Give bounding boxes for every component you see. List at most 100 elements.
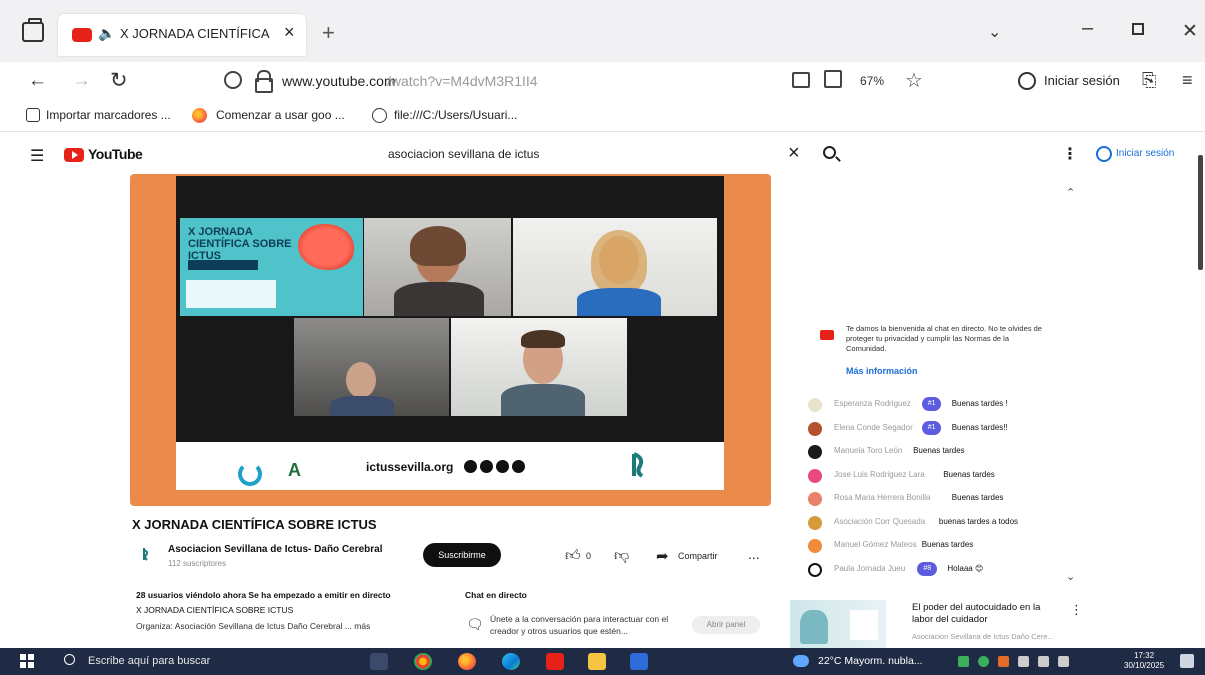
tab-list-icon[interactable] [22, 18, 44, 42]
zoom-level[interactable]: 67% [860, 74, 884, 88]
more-actions-button[interactable]: ... [748, 546, 760, 562]
chat-avatar[interactable] [808, 539, 822, 553]
chat-author[interactable]: Elena Conde Segador [834, 423, 913, 432]
channel-name[interactable]: Asociacion Sevillana de Ictus- Daño Cere… [168, 544, 383, 555]
live-chat-panel: ⌃ Te damos la bienvenida al chat en dire… [800, 176, 1090, 594]
chat-avatar[interactable] [808, 468, 822, 483]
new-tab-button[interactable]: + [322, 20, 335, 46]
subscribe-button[interactable]: Suscribirme [423, 543, 501, 567]
minimize-window-button[interactable]: – [1082, 17, 1093, 40]
chat-text: Holaaa 😊 [947, 563, 984, 573]
save-page-icon[interactable] [824, 70, 842, 88]
close-window-button[interactable]: ✕ [1182, 20, 1198, 43]
notifications-icon[interactable] [1180, 654, 1194, 668]
restore-window-button[interactable] [1132, 23, 1144, 35]
file-explorer-icon[interactable] [588, 653, 606, 670]
youtube-logo-icon[interactable] [64, 148, 84, 162]
chat-avatar[interactable] [808, 515, 822, 530]
chat-author[interactable]: Manuel Gómez Mateos [834, 540, 917, 549]
tracking-shield-icon[interactable] [224, 71, 242, 89]
browser-signin-link[interactable]: Iniciar sesión [1044, 73, 1120, 88]
tab-title: X JORNADA CIENTÍFICA SC [120, 26, 270, 41]
photos-icon[interactable] [630, 653, 648, 670]
address-bar[interactable]: www.youtube.com /watch?v=M4dvM3R1II4 67%… [210, 66, 938, 98]
youtube-wordmark[interactable]: YouTube [88, 146, 143, 162]
weather-text[interactable]: 22°C Mayorm. nubla... [818, 655, 923, 667]
share-button[interactable]: Compartir [678, 551, 718, 561]
page-scrollbar[interactable] [1198, 155, 1203, 270]
bookmarks-bar: Importar marcadores ... Comenzar a usar … [0, 102, 1205, 132]
more-info-link[interactable]: Más información [846, 366, 918, 376]
thumbs-down-icon[interactable]: 👎︎ [614, 547, 629, 565]
bookmark-import[interactable]: Importar marcadores ... [46, 108, 171, 122]
search-input[interactable]: asociacion sevillana de ictus [388, 147, 539, 161]
search-icon[interactable] [64, 654, 75, 665]
slide-date-band [188, 260, 258, 270]
chat-avatar[interactable] [808, 562, 822, 577]
reader-view-icon[interactable] [792, 72, 810, 88]
description-text[interactable]: Organiza: Asociación Sevillana de Ictus … [136, 621, 370, 631]
tray-app-icon[interactable] [958, 656, 969, 667]
lock-icon[interactable] [255, 70, 273, 93]
language-icon[interactable] [1058, 656, 1069, 667]
chevron-down-icon[interactable]: ⌄ [1066, 570, 1075, 583]
speaker-icon[interactable]: 🔈 [98, 25, 115, 42]
more-vert-icon[interactable]: ⋮ [1070, 602, 1083, 618]
taskbar-search-input[interactable]: Escribe aquí para buscar [88, 655, 210, 667]
chevron-down-icon[interactable]: ⌄ [988, 22, 1001, 42]
chat-avatar[interactable] [808, 445, 822, 459]
clock[interactable]: 17:32 30/10/2025 [1124, 651, 1164, 671]
participant-body [501, 384, 585, 416]
recommendation-title[interactable]: El poder del autocuidado en la labor del… [912, 602, 1062, 626]
bookmark-getting-started[interactable]: Comenzar a usar goo ... [216, 108, 345, 122]
user-icon[interactable] [1096, 146, 1112, 162]
thumbs-up-icon[interactable]: 👍︎ [565, 547, 581, 565]
forward-arrow-icon[interactable]: → [72, 70, 91, 92]
chat-author[interactable]: Asociación Corr Quesada [834, 517, 925, 526]
close-tab-icon[interactable]: × [284, 22, 295, 43]
guide-menu-icon[interactable]: ☰ [30, 146, 44, 166]
youtube-signin-button[interactable]: Iniciar sesión [1116, 148, 1174, 159]
channel-avatar[interactable] [136, 546, 152, 562]
thumbnail-figure [800, 610, 828, 644]
chat-author[interactable]: Jose Luis Rodriguez Lara [834, 470, 925, 479]
account-icon[interactable] [1018, 72, 1036, 90]
hamburger-menu-icon[interactable]: ≡ [1182, 70, 1193, 91]
reload-icon[interactable]: ↻ [110, 68, 128, 93]
bookmark-local-file[interactable]: file:///C:/Users/Usuari... [394, 108, 517, 122]
chrome-icon[interactable] [414, 653, 432, 670]
bookmark-star-icon[interactable]: ☆ [905, 68, 923, 93]
chat-bubble-icon: 🗨︎ [466, 616, 484, 632]
chat-avatar[interactable] [808, 398, 822, 412]
open-panel-button[interactable]: Abrir panel [692, 616, 760, 634]
chat-author[interactable]: Paula Jornada Jueu [834, 564, 905, 573]
firefox-taskbar-icon[interactable] [458, 653, 476, 670]
youtube-taskbar-icon[interactable] [546, 653, 564, 670]
edge-icon[interactable] [502, 653, 520, 670]
extensions-icon[interactable]: ⎘ [1142, 70, 1156, 91]
more-vert-icon[interactable]: ⋮ [1062, 144, 1078, 164]
chat-avatar[interactable] [808, 492, 822, 506]
tray-app-icon[interactable] [998, 656, 1009, 667]
share-icon[interactable]: ➦ [656, 547, 669, 565]
chat-author[interactable]: Rosa Maria Herrera Bonilla [834, 493, 930, 502]
network-icon[interactable] [1018, 656, 1029, 667]
chat-author[interactable]: Esperanza Rodriguez [834, 399, 911, 408]
volume-icon[interactable] [1038, 656, 1049, 667]
slide-title: X JORNADA CIENTÍFICA SOBRE ICTUS [188, 226, 292, 262]
chat-author[interactable]: Manuela Toro León [834, 446, 902, 455]
clear-search-icon[interactable]: × [788, 142, 800, 165]
tray-app-icon[interactable] [978, 656, 989, 667]
task-view-icon[interactable] [370, 653, 388, 670]
participant-tile [513, 218, 717, 316]
chat-avatar[interactable] [808, 421, 822, 436]
organizer-logo-mark [632, 452, 644, 478]
windows-start-icon[interactable] [20, 654, 34, 668]
weather-icon[interactable] [793, 655, 809, 667]
search-icon[interactable] [823, 146, 836, 159]
chevron-up-icon[interactable]: ⌃ [1066, 186, 1075, 199]
slide-tile: X JORNADA CIENTÍFICA SOBRE ICTUS [180, 218, 363, 316]
active-tab[interactable]: 🔈 X JORNADA CIENTÍFICA SC × [58, 14, 306, 56]
recommendation-thumbnail[interactable] [790, 600, 886, 650]
back-arrow-icon[interactable]: ← [28, 70, 47, 92]
